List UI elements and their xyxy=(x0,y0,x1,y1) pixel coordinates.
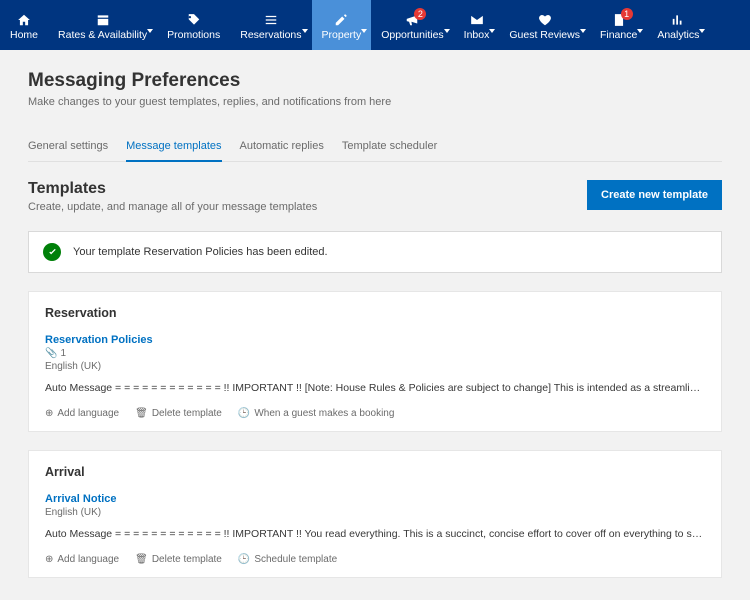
clock-icon: 🕒 xyxy=(238,554,250,565)
heart-icon xyxy=(537,11,553,29)
chevron-down-icon xyxy=(699,29,705,33)
badge: 2 xyxy=(414,8,426,20)
trash-icon: 🗑 xyxy=(135,554,148,565)
create-template-button[interactable]: Create new template xyxy=(587,180,722,210)
nav-reviews[interactable]: Guest Reviews xyxy=(499,0,590,50)
nav-opportunities[interactable]: 2 Opportunities xyxy=(371,0,453,50)
attach-count: 1 xyxy=(60,348,66,359)
chevron-down-icon xyxy=(489,29,495,33)
nav-label: Analytics xyxy=(657,29,699,41)
plus-circle-icon: ⊕ xyxy=(45,408,53,419)
subnav-tabs: General settings Message templates Autom… xyxy=(28,134,722,162)
alert-text: Your template Reservation Policies has b… xyxy=(73,246,328,258)
attachment-icon: 📎 xyxy=(45,348,57,359)
template-card: Arrival Arrival Notice English (UK) Auto… xyxy=(28,450,722,578)
tab-general[interactable]: General settings xyxy=(28,134,108,161)
bar-chart-icon xyxy=(670,11,686,29)
page-title: Messaging Preferences xyxy=(28,70,722,92)
nav-label: Rates & Availability xyxy=(58,29,147,41)
add-language-action[interactable]: ⊕Add language xyxy=(45,408,119,419)
nav-label: Inbox xyxy=(464,29,490,41)
nav-promotions[interactable]: Promotions xyxy=(157,0,230,50)
template-preview: Auto Message = = = = = = = = = = = = !! … xyxy=(45,382,705,394)
tab-replies[interactable]: Automatic replies xyxy=(240,134,324,161)
delete-template-action[interactable]: 🗑Delete template xyxy=(135,408,222,419)
home-icon xyxy=(16,11,32,29)
delete-template-action[interactable]: 🗑Delete template xyxy=(135,554,222,565)
nav-label: Finance xyxy=(600,29,637,41)
tag-icon xyxy=(186,11,202,29)
check-circle-icon xyxy=(43,243,61,261)
chevron-down-icon xyxy=(580,29,586,33)
nav-property[interactable]: Property xyxy=(312,0,372,50)
template-card: Reservation Reservation Policies 📎1 Engl… xyxy=(28,291,722,432)
chevron-down-icon xyxy=(444,29,450,33)
section-title: Templates xyxy=(28,180,317,198)
nav-home[interactable]: Home xyxy=(0,0,48,50)
tab-templates[interactable]: Message templates xyxy=(126,134,221,162)
nav-inbox[interactable]: Inbox xyxy=(454,0,500,50)
template-language: English (UK) xyxy=(45,507,705,518)
schedule-template-action[interactable]: 🕒When a guest makes a booking xyxy=(238,408,395,419)
nav-label: Home xyxy=(10,29,38,41)
template-language: English (UK) xyxy=(45,361,705,372)
template-title-link[interactable]: Reservation Policies xyxy=(45,334,705,346)
chevron-down-icon xyxy=(302,29,308,33)
card-category: Reservation xyxy=(45,306,705,320)
pencil-icon xyxy=(333,11,349,29)
nav-label: Opportunities xyxy=(381,29,443,41)
plus-circle-icon: ⊕ xyxy=(45,554,53,565)
schedule-template-action[interactable]: 🕒Schedule template xyxy=(238,554,337,565)
template-title-link[interactable]: Arrival Notice xyxy=(45,493,705,505)
calendar-icon xyxy=(95,11,111,29)
page-content: Messaging Preferences Make changes to yo… xyxy=(0,50,750,590)
megaphone-icon: 2 xyxy=(404,11,420,29)
clock-icon: 🕒 xyxy=(238,408,250,419)
page-subtitle: Make changes to your guest templates, re… xyxy=(28,96,722,108)
nav-analytics[interactable]: Analytics xyxy=(647,0,709,50)
trash-icon: 🗑 xyxy=(135,408,148,419)
mail-icon xyxy=(469,11,485,29)
badge: 1 xyxy=(621,8,633,20)
tab-scheduler[interactable]: Template scheduler xyxy=(342,134,437,161)
add-language-action[interactable]: ⊕Add language xyxy=(45,554,119,565)
nav-rates[interactable]: Rates & Availability xyxy=(48,0,157,50)
nav-finance[interactable]: 1 Finance xyxy=(590,0,647,50)
chevron-down-icon xyxy=(147,29,153,33)
section-subtitle: Create, update, and manage all of your m… xyxy=(28,201,317,213)
template-preview: Auto Message = = = = = = = = = = = = !! … xyxy=(45,528,705,540)
chevron-down-icon xyxy=(637,29,643,33)
calculator-icon: 1 xyxy=(611,11,627,29)
success-alert: Your template Reservation Policies has b… xyxy=(28,231,722,273)
chevron-down-icon xyxy=(361,29,367,33)
nav-label: Reservations xyxy=(240,29,301,41)
card-category: Arrival xyxy=(45,465,705,479)
nav-reservations[interactable]: Reservations xyxy=(230,0,311,50)
nav-label: Guest Reviews xyxy=(509,29,580,41)
nav-label: Promotions xyxy=(167,29,220,41)
top-nav: Home Rates & Availability Promotions Res… xyxy=(0,0,750,50)
nav-label: Property xyxy=(322,29,362,41)
list-icon xyxy=(263,11,279,29)
